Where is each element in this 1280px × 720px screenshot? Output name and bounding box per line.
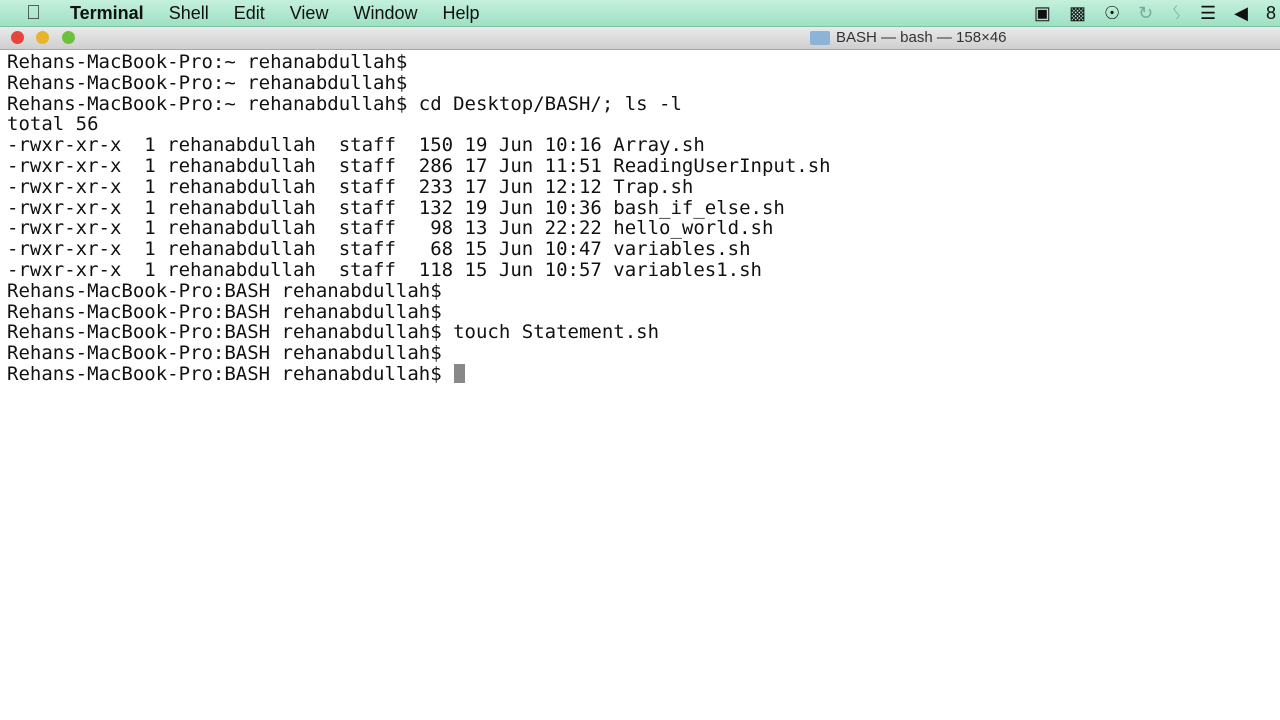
wifi-icon[interactable]: ☰ — [1200, 3, 1216, 24]
terminal-line: Rehans-MacBook-Pro:~ rehanabdullah$ — [7, 71, 408, 94]
folder-icon — [810, 30, 830, 45]
apple-menu-icon[interactable]:  — [26, 3, 48, 23]
terminal-line: -rwxr-xr-x 1 rehanabdullah staff 68 15 J… — [7, 238, 751, 261]
window-titlebar[interactable]: BASH — bash — 158×46 — [0, 27, 1280, 50]
terminal-line: -rwxr-xr-x 1 rehanabdullah staff 132 19 … — [7, 196, 785, 219]
window-title-text: BASH — bash — 158×46 — [836, 29, 1007, 46]
close-button[interactable] — [11, 31, 24, 44]
minimize-button[interactable] — [36, 31, 49, 44]
terminal-line: -rwxr-xr-x 1 rehanabdullah staff 150 19 … — [7, 134, 705, 157]
terminal-line: -rwxr-xr-x 1 rehanabdullah staff 98 13 J… — [7, 217, 774, 240]
video-camera-icon[interactable]: ▣ — [1034, 3, 1051, 24]
window-title: BASH — bash — 158×46 — [810, 29, 1007, 46]
terminal-line: Rehans-MacBook-Pro:BASH rehanabdullah$ t… — [7, 321, 660, 344]
bluetooth-icon[interactable]: ᛊ — [1171, 3, 1182, 24]
menu-view[interactable]: View — [290, 3, 329, 24]
terminal-line: Rehans-MacBook-Pro:BASH rehanabdullah$ — [7, 279, 442, 302]
display-icon[interactable]: ▩ — [1069, 3, 1086, 24]
menu-terminal[interactable]: Terminal — [70, 3, 144, 24]
clock[interactable]: 8 — [1266, 3, 1276, 24]
terminal-output[interactable]: Rehans-MacBook-Pro:~ rehanabdullah$ Rehan… — [7, 52, 831, 385]
terminal-line: total 56 — [7, 113, 99, 136]
terminal-line: Rehans-MacBook-Pro:BASH rehanabdullah$ — [7, 300, 442, 323]
terminal-current-line[interactable]: Rehans-MacBook-Pro:BASH rehanabdullah$ — [7, 364, 831, 385]
menu-edit[interactable]: Edit — [234, 3, 265, 24]
terminal-line: Rehans-MacBook-Pro:BASH rehanabdullah$ — [7, 342, 442, 365]
menu-help[interactable]: Help — [442, 3, 479, 24]
terminal-line: -rwxr-xr-x 1 rehanabdullah staff 118 15 … — [7, 258, 762, 281]
volume-icon[interactable]: ◀ — [1234, 3, 1248, 24]
terminal-line: Rehans-MacBook-Pro:~ rehanabdullah$ cd D… — [7, 92, 682, 115]
terminal-line: -rwxr-xr-x 1 rehanabdullah staff 286 17 … — [7, 154, 831, 177]
time-machine-icon[interactable]: ↻ — [1138, 3, 1153, 24]
accessibility-icon[interactable]: ☉ — [1104, 3, 1120, 24]
menu-window[interactable]: Window — [353, 3, 417, 24]
terminal-cursor — [454, 363, 466, 383]
terminal-prompt: Rehans-MacBook-Pro:BASH rehanabdullah$ — [7, 362, 454, 385]
status-area: ▣ ▩ ☉ ↻ ᛊ ☰ ◀ 8 — [1034, 0, 1280, 26]
zoom-button[interactable] — [62, 31, 75, 44]
terminal-line: Rehans-MacBook-Pro:~ rehanabdullah$ — [7, 51, 408, 73]
terminal-line: -rwxr-xr-x 1 rehanabdullah staff 233 17 … — [7, 175, 694, 198]
menu-shell[interactable]: Shell — [169, 3, 209, 24]
menu-bar:  Terminal Shell Edit View Window Help ▣… — [0, 0, 1280, 27]
